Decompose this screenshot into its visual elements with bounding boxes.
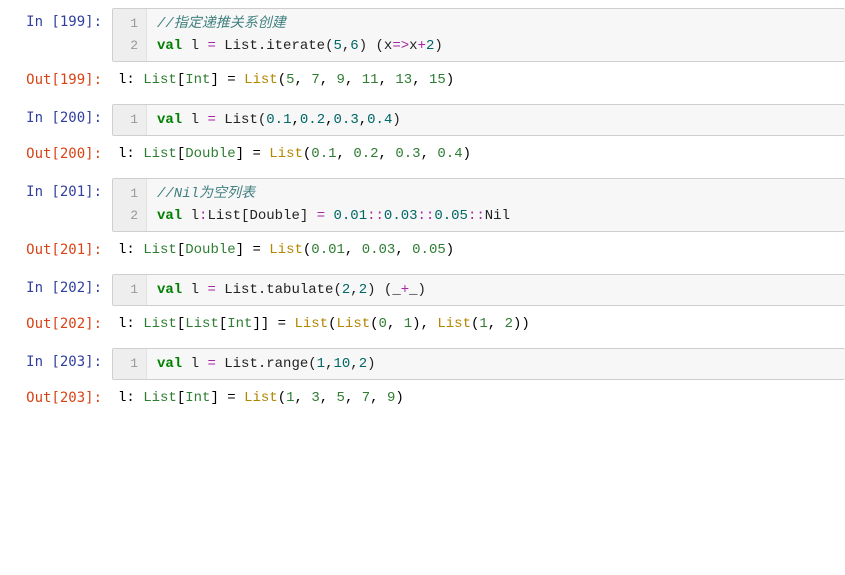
cell-199-out: Out[199]: l: List[Int] = List(5, 7, 9, 1… — [0, 66, 845, 88]
code-input[interactable]: 1 val l = List(0.1,0.2,0.3,0.4) — [112, 104, 845, 136]
line-gutter: 1 — [113, 105, 147, 135]
code-content[interactable]: //Nil为空列表 val l:List[Double] = 0.01::0.0… — [147, 179, 520, 231]
out-prompt: Out[201]: — [0, 236, 112, 258]
output-content: l: List[Double] = List(0.01, 0.03, 0.05) — [112, 236, 845, 258]
cell-202-out: Out[202]: l: List[List[Int]] = List(List… — [0, 310, 845, 332]
line-gutter: 12 — [113, 179, 147, 231]
cell-201-in: In [201]: 12 //Nil为空列表 val l:List[Double… — [0, 178, 845, 232]
line-gutter: 12 — [113, 9, 147, 61]
in-prompt: In [203]: — [0, 348, 112, 380]
out-prompt: Out[199]: — [0, 66, 112, 88]
output-content: l: List[Int] = List(1, 3, 5, 7, 9) — [112, 384, 845, 406]
cell-200-in: In [200]: 1 val l = List(0.1,0.2,0.3,0.4… — [0, 104, 845, 136]
cell-200-out: Out[200]: l: List[Double] = List(0.1, 0.… — [0, 140, 845, 162]
code-content[interactable]: val l = List.tabulate(2,2) (_+_) — [147, 275, 436, 305]
in-prompt: In [202]: — [0, 274, 112, 306]
in-prompt: In [200]: — [0, 104, 112, 136]
output-content: l: List[Double] = List(0.1, 0.2, 0.3, 0.… — [112, 140, 845, 162]
output-content: l: List[List[Int]] = List(List(0, 1), Li… — [112, 310, 845, 332]
code-input[interactable]: 12 //指定递推关系创建 val l = List.iterate(5,6) … — [112, 8, 845, 62]
code-comment: //Nil为空列表 — [157, 186, 255, 202]
line-gutter: 1 — [113, 349, 147, 379]
out-prompt: Out[202]: — [0, 310, 112, 332]
cell-199-in: In [199]: 12 //指定递推关系创建 val l = List.ite… — [0, 8, 845, 62]
cell-203-out: Out[203]: l: List[Int] = List(1, 3, 5, 7… — [0, 384, 845, 406]
code-input[interactable]: 1 val l = List.range(1,10,2) — [112, 348, 845, 380]
out-prompt: Out[203]: — [0, 384, 112, 406]
in-prompt: In [201]: — [0, 178, 112, 232]
code-content[interactable]: val l = List(0.1,0.2,0.3,0.4) — [147, 105, 411, 135]
in-prompt: In [199]: — [0, 8, 112, 62]
cell-203-in: In [203]: 1 val l = List.range(1,10,2) — [0, 348, 845, 380]
code-content[interactable]: //指定递推关系创建 val l = List.iterate(5,6) (x=… — [147, 9, 453, 61]
code-input[interactable]: 1 val l = List.tabulate(2,2) (_+_) — [112, 274, 845, 306]
code-comment: //指定递推关系创建 — [157, 16, 286, 32]
output-content: l: List[Int] = List(5, 7, 9, 11, 13, 15) — [112, 66, 845, 88]
out-prompt: Out[200]: — [0, 140, 112, 162]
cell-201-out: Out[201]: l: List[Double] = List(0.01, 0… — [0, 236, 845, 258]
cell-202-in: In [202]: 1 val l = List.tabulate(2,2) (… — [0, 274, 845, 306]
line-gutter: 1 — [113, 275, 147, 305]
code-input[interactable]: 12 //Nil为空列表 val l:List[Double] = 0.01::… — [112, 178, 845, 232]
code-content[interactable]: val l = List.range(1,10,2) — [147, 349, 386, 379]
